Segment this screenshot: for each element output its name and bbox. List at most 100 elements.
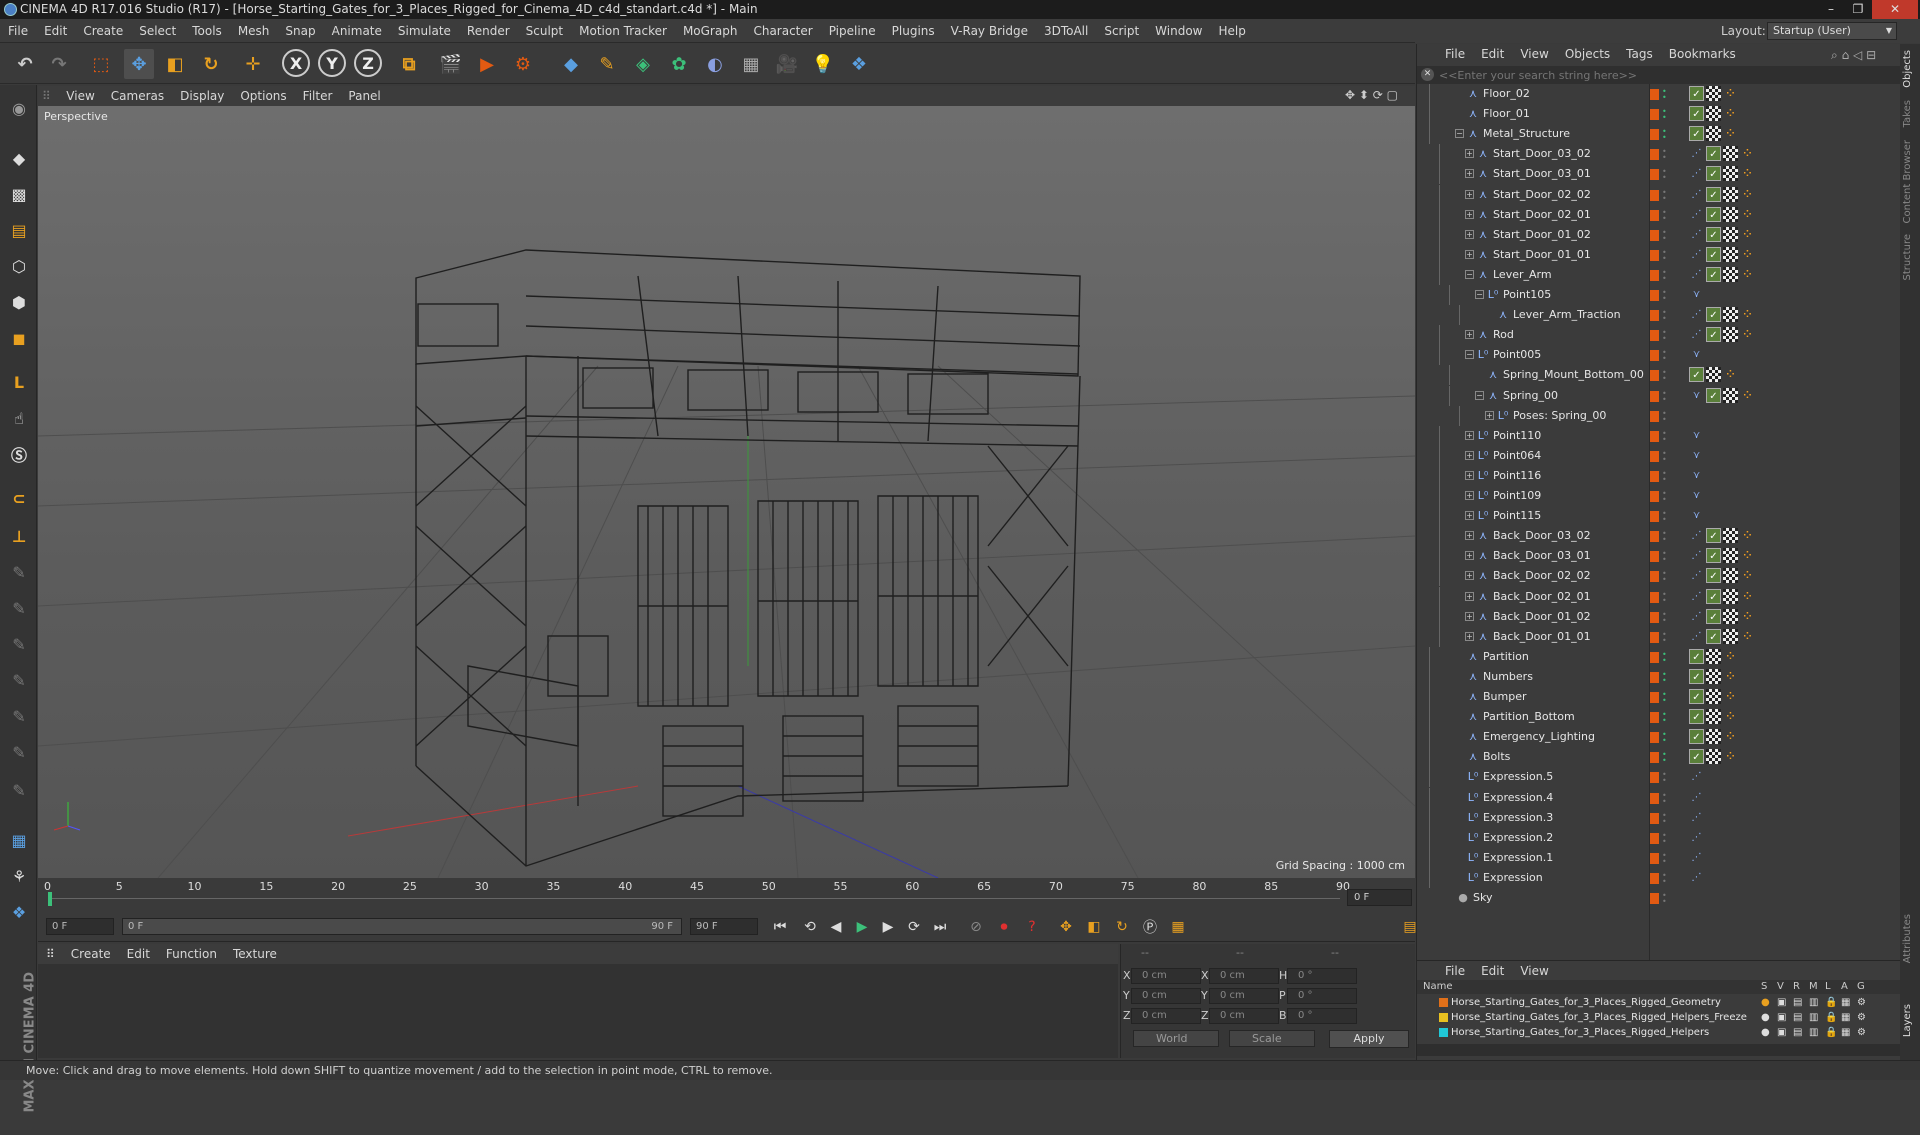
visibility-dots-icon[interactable]: • • (1662, 650, 1668, 664)
visibility-dots-icon[interactable]: • • (1662, 670, 1668, 684)
weight-tag-icon[interactable]: ⁘ (1740, 327, 1755, 342)
magnet-icon[interactable]: ⊂ (4, 483, 34, 513)
side-tab-layers[interactable]: Layers (1902, 1004, 1913, 1037)
weight-tag-icon[interactable]: ⁘ (1740, 388, 1755, 403)
visibility-dots-icon[interactable]: • • (1662, 208, 1668, 222)
layer-anim-toggle-icon[interactable]: ▦ (1841, 1010, 1850, 1025)
layer-color-swatch[interactable] (1650, 651, 1659, 663)
expand-toggle-icon[interactable]: + (1465, 591, 1474, 601)
texture-tag-icon[interactable] (1706, 729, 1721, 745)
vertex-map-tag-icon[interactable]: ⋎ (1689, 428, 1704, 443)
scale-tool-icon[interactable]: ◧ (160, 49, 190, 79)
toggle-view-icon[interactable]: ▢ (1387, 88, 1398, 102)
object-row[interactable]: ⋏ Lever_Arm_Traction • • ⋰ ✓ ⁘ (1417, 305, 1901, 326)
vertex-map-tag-icon[interactable]: ⋎ (1689, 468, 1704, 483)
visibility-dots-icon[interactable]: • • (1662, 449, 1668, 463)
vertex-map-tag-icon[interactable]: ⋎ (1689, 448, 1704, 463)
visibility-dots-icon[interactable]: • • (1662, 831, 1668, 845)
visibility-dots-icon[interactable]: • • (1662, 490, 1668, 504)
layer-manager-toggle-icon[interactable]: ▥ (1809, 1010, 1818, 1025)
texture-tag-icon[interactable] (1723, 387, 1738, 403)
texture-tag-icon[interactable] (1723, 186, 1738, 202)
visibility-dots-icon[interactable]: • • (1662, 228, 1668, 242)
expand-toggle-icon[interactable]: + (1465, 551, 1474, 561)
viewport-menu-filter[interactable]: Filter (295, 86, 341, 106)
expand-toggle-icon[interactable]: + (1465, 229, 1474, 239)
visibility-dots-icon[interactable]: • • (1662, 570, 1668, 584)
phong-tag-icon[interactable]: ✓ (1689, 668, 1704, 684)
layer-color-swatch[interactable] (1650, 832, 1659, 844)
visibility-dots-icon[interactable]: • • (1662, 188, 1668, 202)
layer-color-swatch[interactable] (1650, 169, 1659, 181)
weight-tag-icon[interactable]: ⁘ (1740, 629, 1755, 644)
expand-toggle-icon[interactable]: + (1465, 209, 1474, 219)
texture-tag-icon[interactable] (1723, 226, 1738, 242)
layer-color-swatch[interactable] (1650, 430, 1659, 442)
material-menu-edit[interactable]: Edit (119, 944, 158, 964)
menu-script[interactable]: Script (1096, 19, 1147, 43)
expression-tag-icon[interactable]: ⋰ (1689, 528, 1704, 543)
key-pla-icon[interactable]: ▦ (1166, 916, 1190, 938)
viewport-menu-panel[interactable]: Panel (340, 86, 388, 106)
menu-create[interactable]: Create (75, 19, 131, 43)
object-row[interactable]: ⋏ Floor_02 • • ✓ ⁘ (1417, 84, 1901, 104)
expression-tag-icon[interactable]: ⋰ (1689, 850, 1704, 865)
expression-tag-icon[interactable]: ⋰ (1689, 187, 1704, 202)
expand-toggle-icon[interactable]: − (1475, 390, 1484, 400)
timeline-ruler[interactable]: 0 5 10 15 20 25 30 35 40 45 50 55 60 65 70 75 80 85 90 0 F (38, 878, 1415, 912)
cube-object-icon[interactable]: ◆ (556, 49, 586, 79)
texture-tag-icon[interactable] (1706, 749, 1721, 765)
visibility-dots-icon[interactable]: • • (1662, 550, 1668, 564)
side-tab-attributes[interactable]: Attributes (1902, 914, 1913, 963)
undo-icon[interactable]: ↶ (10, 49, 40, 79)
texture-tag-icon[interactable] (1706, 668, 1721, 684)
weight-tag-icon[interactable]: ⁘ (1723, 106, 1738, 121)
menu-simulate[interactable]: Simulate (390, 19, 459, 43)
texture-tag-icon[interactable] (1706, 106, 1721, 122)
layer-color-swatch[interactable] (1650, 390, 1659, 402)
texture-tag-icon[interactable] (1706, 648, 1721, 664)
object-row[interactable]: ⋏ Floor_01 • • ✓ ⁘ (1417, 104, 1901, 125)
visibility-dots-icon[interactable]: • • (1662, 469, 1668, 483)
layer-color-swatch[interactable] (1650, 450, 1659, 462)
expression-tag-icon[interactable]: ⋰ (1689, 327, 1704, 342)
visibility-dots-icon[interactable]: • • (1662, 510, 1668, 524)
expression-tag-icon[interactable]: ⋰ (1689, 207, 1704, 222)
checker-lock-icon[interactable]: ▦ (4, 825, 34, 855)
back-icon[interactable]: ◁ (1853, 48, 1862, 62)
viewport-menu-display[interactable]: Display (172, 86, 232, 106)
expression-tag-icon[interactable]: ⋰ (1689, 629, 1704, 644)
layer-color-swatch[interactable] (1650, 511, 1659, 523)
previous-key-icon[interactable]: ⟲ (798, 916, 822, 938)
layer-color-swatch[interactable] (1650, 531, 1659, 543)
coord-c-field[interactable]: 0 ° (1287, 988, 1357, 1004)
keyframe-selection-icon[interactable]: ? (1020, 916, 1044, 938)
layer-color-swatch[interactable] (1650, 410, 1659, 422)
expression-tag-icon[interactable]: ⋰ (1689, 870, 1704, 885)
menu-pipeline[interactable]: Pipeline (821, 19, 884, 43)
snap-icon[interactable]: Ⓢ (4, 439, 34, 469)
cloner-icon[interactable]: ✿ (664, 49, 694, 79)
render-settings-icon[interactable]: ⚙ (508, 49, 538, 79)
layer-color-swatch[interactable] (1650, 269, 1659, 281)
layer-color-swatch[interactable] (1650, 812, 1659, 824)
menu-render[interactable]: Render (459, 19, 518, 43)
visibility-dots-icon[interactable]: • • (1662, 128, 1668, 142)
layer-generator-toggle-icon[interactable]: ⚙ (1857, 1025, 1866, 1040)
brush-7-icon[interactable]: ✎ (4, 775, 34, 805)
texture-tag-icon[interactable] (1723, 608, 1738, 624)
expand-toggle-icon[interactable]: + (1465, 470, 1474, 480)
layer-color-swatch[interactable] (1650, 893, 1659, 904)
close-button[interactable]: ✕ (1872, 0, 1918, 19)
visibility-dots-icon[interactable]: • • (1662, 530, 1668, 544)
phong-tag-icon[interactable]: ✓ (1706, 548, 1721, 564)
visibility-dots-icon[interactable]: • • (1662, 691, 1668, 705)
object-row[interactable]: ⋏ Bumper • • ✓ ⁘ (1417, 687, 1901, 707)
previous-frame-icon[interactable]: ◀ (824, 916, 848, 938)
phong-tag-icon[interactable]: ✓ (1689, 367, 1704, 383)
brush-1-icon[interactable]: ✎ (4, 557, 34, 587)
layer-color-swatch[interactable] (1650, 752, 1659, 764)
vertex-map-tag-icon[interactable]: ⋎ (1689, 287, 1704, 302)
object-row[interactable]: L⁰ Expression.4 • • ⋰ (1417, 787, 1901, 808)
material-manager[interactable] (38, 964, 1118, 1058)
